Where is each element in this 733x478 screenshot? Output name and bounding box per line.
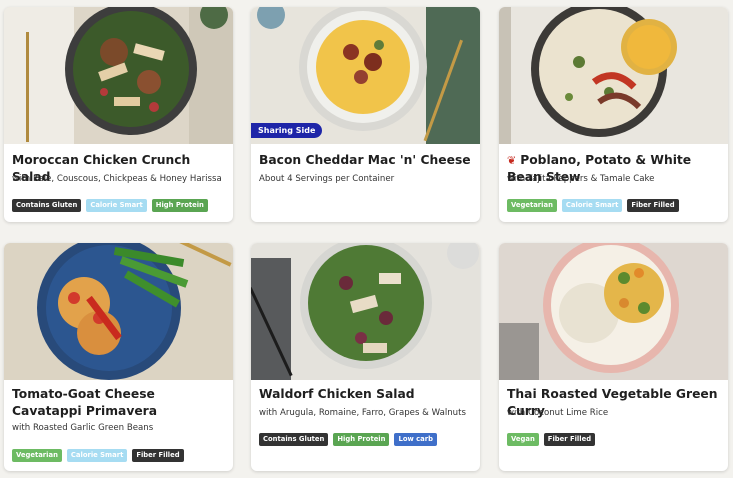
meal-card[interactable]: Moroccan Chicken Crunch Salad with Kale,…	[4, 7, 233, 222]
meal-card[interactable]: Waldorf Chicken Salad with Arugula, Roma…	[251, 243, 480, 471]
meal-photo[interactable]	[251, 243, 480, 380]
calorie-smart-badge: Calorie Smart	[561, 199, 623, 212]
contains-gluten-badge: Contains Gluten	[12, 199, 82, 212]
meal-subtitle: with Kale, Couscous, Chickpeas & Honey H…	[12, 174, 222, 184]
calorie-smart-badge: Calorie Smart	[86, 199, 147, 212]
meal-photo[interactable]	[499, 243, 728, 380]
high-protein-badge: High Protein	[151, 199, 208, 212]
badge-row: Vegetarian Calorie Smart Fiber Filled	[507, 199, 679, 212]
meal-subtitle: with Coconut Lime Rice	[507, 408, 609, 418]
fiber-filled-badge: Fiber Filled	[132, 449, 184, 462]
badge-row: Vegan Fiber Filled	[507, 433, 596, 446]
meal-title[interactable]: Waldorf Chicken Salad	[259, 386, 474, 403]
badge-row: Contains Gluten Calorie Smart High Prote…	[12, 199, 208, 212]
fiber-filled-badge: Fiber Filled	[543, 433, 596, 446]
meal-subtitle: with Roasted Garlic Green Beans	[12, 423, 154, 433]
badge-row: Contains Gluten High Protein Low carb	[259, 433, 437, 446]
meal-photo[interactable]	[4, 243, 233, 380]
chili-pepper-icon: ❦	[507, 154, 517, 167]
sharing-side-tag: Sharing Side	[251, 123, 323, 138]
meal-card[interactable]: Sharing Side Bacon Cheddar Mac 'n' Chees…	[251, 7, 480, 222]
meal-photo[interactable]	[4, 7, 233, 144]
meal-photo[interactable]	[499, 7, 728, 144]
low-carb-badge: Low carb	[394, 433, 437, 446]
vegetarian-badge: Vegetarian	[12, 449, 62, 462]
calorie-smart-badge: Calorie Smart	[66, 449, 128, 462]
meal-subtitle: with Fajita Peppers & Tamale Cake	[507, 174, 655, 184]
badge-row: Vegetarian Calorie Smart Fiber Filled	[12, 449, 184, 462]
meal-subtitle: About 4 Servings per Container	[259, 174, 395, 184]
fiber-filled-badge: Fiber Filled	[627, 199, 679, 212]
high-protein-badge: High Protein	[333, 433, 390, 446]
meal-title[interactable]: Tomato-Goat Cheese Cavatappi Primavera	[12, 386, 227, 420]
meal-card[interactable]: ❦ Poblano, Potato & White Bean Stew with …	[499, 7, 728, 222]
meal-card[interactable]: Tomato-Goat Cheese Cavatappi Primavera w…	[4, 243, 233, 471]
meal-card[interactable]: Thai Roasted Vegetable Green Curry with …	[499, 243, 728, 471]
meal-title[interactable]: Bacon Cheddar Mac 'n' Cheese	[259, 152, 474, 169]
meal-subtitle: with Arugula, Romaine, Farro, Grapes & W…	[259, 408, 466, 418]
vegan-badge: Vegan	[507, 433, 539, 446]
vegetarian-badge: Vegetarian	[507, 199, 557, 212]
contains-gluten-badge: Contains Gluten	[259, 433, 329, 446]
